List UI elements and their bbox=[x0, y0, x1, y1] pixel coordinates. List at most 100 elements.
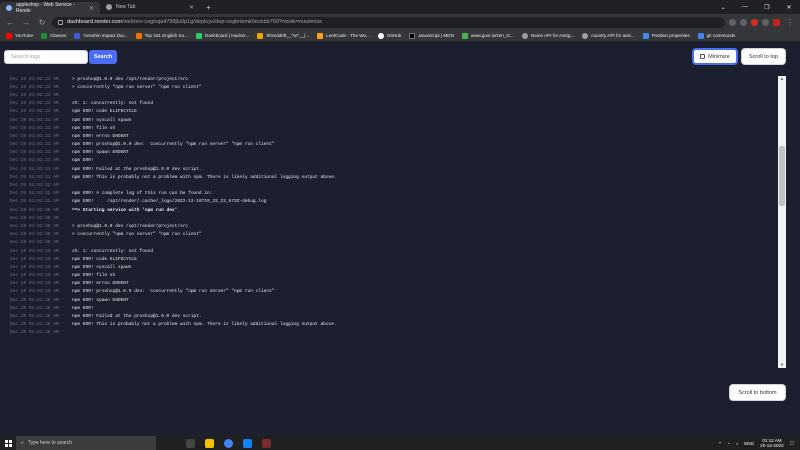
lock-icon bbox=[58, 19, 63, 25]
bookmark-item[interactable]: Classes bbox=[41, 32, 66, 39]
log-message: sh: 1: concurrently: not found bbox=[72, 101, 154, 107]
window-controls: ⌄ — ❐ ✕ bbox=[712, 0, 800, 14]
log-message: npm ERR! errno ENOENT bbox=[72, 133, 129, 139]
windows-start-icon[interactable] bbox=[0, 439, 16, 447]
bookmark-item[interactable]: GitHub bbox=[377, 32, 401, 39]
bookmark-icon bbox=[196, 32, 202, 39]
avatar[interactable] bbox=[773, 18, 780, 26]
log-timestamp: Dec 20 01:02:21 AM bbox=[10, 76, 59, 82]
forward-arrow-icon[interactable]: → bbox=[20, 18, 32, 27]
search-logs-input[interactable] bbox=[4, 50, 88, 64]
scroll-up-arrow-icon[interactable]: ▲ bbox=[778, 76, 786, 82]
chrome-icon[interactable] bbox=[224, 438, 233, 448]
log-timestamp: Dec 20 01:02:22 AM bbox=[10, 183, 59, 189]
log-message: > proshop@1.0.0 dev /opt/render/project/… bbox=[72, 76, 189, 82]
scroll-to-top-button[interactable]: Scroll to top bbox=[741, 48, 786, 65]
close-window-icon[interactable]: ✕ bbox=[778, 0, 800, 14]
star-icon[interactable] bbox=[740, 18, 747, 26]
minimize-window-icon[interactable]: — bbox=[734, 0, 756, 14]
task-view-icon[interactable] bbox=[186, 438, 195, 448]
log-timestamp: Dec 20 01:02:49 AM bbox=[10, 322, 59, 328]
log-message: npm ERR! proshop@1.0.0 dev: `concurrentl… bbox=[72, 289, 278, 295]
taskbar-search[interactable]: ⌕ Type here to search bbox=[16, 436, 156, 450]
log-message: npm ERR! This is probably not a problem … bbox=[72, 322, 337, 328]
bookmark-item[interactable]: Dashboard | Hacker... bbox=[196, 32, 249, 39]
search-button[interactable]: Search bbox=[89, 50, 117, 64]
bookmark-item[interactable]: git commands bbox=[697, 32, 735, 39]
notification-icon[interactable]: ▢ bbox=[790, 440, 794, 446]
scroll-down-arrow-icon[interactable]: ▼ bbox=[778, 362, 786, 368]
log-line: Dec 20 01:02:49 AM npm ERR! errno ENOENT bbox=[10, 280, 770, 288]
file-explorer-icon[interactable] bbox=[205, 438, 214, 448]
log-line: Dec 20 01:02:49 AM > proshop@1.0.0 dev /o… bbox=[10, 222, 770, 230]
bookmark-icon bbox=[697, 32, 704, 39]
bookmark-item[interactable]: Position properties bbox=[642, 32, 690, 39]
puzzle-icon[interactable] bbox=[762, 18, 769, 26]
close-icon[interactable]: ✕ bbox=[189, 4, 194, 11]
language-indicator[interactable]: ENG bbox=[744, 441, 754, 446]
log-line: Dec 20 01:02:21 AM npm ERR! This is proba… bbox=[10, 173, 770, 181]
log-line: Dec 20 01:02:49 AM sh: 1: concurrently: n… bbox=[10, 247, 770, 255]
log-timestamp: Dec 20 01:02:49 AM bbox=[10, 240, 59, 246]
restore-window-icon[interactable]: ❐ bbox=[756, 0, 778, 14]
log-message: npm ERR! spawn ENOENT bbox=[72, 150, 129, 156]
render-favicon-icon bbox=[6, 5, 12, 11]
bookmark-item[interactable]: JavaScript | MDN bbox=[409, 32, 454, 39]
bookmark-item[interactable]: www.guvi.io/zen_G... bbox=[461, 32, 514, 39]
log-timestamp: Dec 20 01:02:49 AM bbox=[10, 273, 59, 279]
new-tab-button[interactable]: + bbox=[200, 0, 217, 14]
log-line: Dec 20 01:02:49 AM npm ERR! bbox=[10, 304, 770, 312]
github-icon bbox=[377, 32, 384, 39]
address-bar[interactable]: dashboard.render.com/web/srv-cegbsja4798… bbox=[52, 16, 725, 28]
bookmark-icon bbox=[409, 32, 416, 39]
bookmark-icon bbox=[6, 32, 12, 39]
tab-appleshop[interactable]: appleshop - Web Service - Rende ✕ bbox=[0, 2, 100, 14]
log-message: npm ERR! proshop@1.0.0 dev: `concurrentl… bbox=[72, 142, 278, 148]
log-timestamp: Dec 20 01:02:21 AM bbox=[10, 142, 59, 148]
back-arrow-icon[interactable]: ← bbox=[4, 18, 16, 27]
log-timestamp: Dec 20 01:02:21 AM bbox=[10, 84, 59, 90]
bookmark-item[interactable]: Top 331 English So... bbox=[135, 32, 188, 39]
log-line: Dec 20 01:02:21 AM npm ERR! code ELIFECYC… bbox=[10, 108, 770, 116]
scroll-to-bottom-button[interactable]: Scroll to bottom bbox=[729, 384, 786, 401]
reload-icon[interactable]: ↻ bbox=[36, 18, 48, 27]
log-scrollbar[interactable]: ▲ ▼ bbox=[778, 76, 786, 368]
volume-icon[interactable]: ♪ bbox=[736, 441, 738, 446]
bookmark-icon bbox=[257, 32, 264, 39]
menu-dots-icon[interactable]: ⋮ bbox=[784, 18, 796, 27]
log-line: Dec 20 01:02:49 AM npm ERR! Failed at the… bbox=[10, 312, 770, 320]
minimize-icon bbox=[700, 54, 706, 59]
log-timestamp: Dec 20 01:02:49 AM bbox=[10, 305, 59, 311]
log-message: npm ERR! syscall spawn bbox=[72, 117, 132, 123]
log-message: npm ERR! code ELIFECYCLE bbox=[72, 256, 137, 262]
minimize-button[interactable]: Minimize bbox=[692, 48, 738, 65]
log-timestamp: Dec 20 01:02:49 AM bbox=[10, 215, 59, 221]
log-message: npm ERR! Failed at the proshop@1.0.0 dev… bbox=[72, 314, 202, 320]
bookmark-item[interactable]: Shreddeft__^w^__|... bbox=[257, 32, 309, 39]
log-timestamp: Dec 20 01:02:49 AM bbox=[10, 330, 59, 336]
log-message: npm ERR! errno ENOENT bbox=[72, 281, 129, 287]
bookmark-item[interactable]: Genshin Impact Dai... bbox=[74, 32, 128, 39]
tab-new-tab[interactable]: New Tab ✕ bbox=[100, 0, 200, 14]
bookmark-item[interactable]: YouTube bbox=[6, 32, 33, 39]
log-line: Dec 20 01:02:49 AM > concurrently "npm ru… bbox=[10, 231, 770, 239]
store-icon[interactable] bbox=[243, 438, 252, 448]
close-icon[interactable]: ✕ bbox=[89, 5, 94, 12]
app-icon[interactable] bbox=[262, 438, 271, 448]
log-output: Dec 20 01:02:21 AM > proshop@1.0.0 dev /o… bbox=[10, 75, 770, 375]
clock[interactable]: 01:12 AM 20-12-2022 bbox=[760, 438, 784, 449]
chevron-up-icon[interactable]: ^ bbox=[719, 441, 721, 446]
bookmark-item[interactable]: Name API for Assig... bbox=[521, 32, 574, 39]
share-icon[interactable] bbox=[729, 18, 736, 26]
log-message: npm ERR! syscall spawn bbox=[72, 264, 132, 270]
log-timestamp: Dec 20 01:02:49 AM bbox=[10, 281, 59, 287]
bookmark-item[interactable]: country API for assi... bbox=[582, 32, 635, 39]
extension-icon[interactable] bbox=[751, 18, 758, 26]
tab-title: New Tab bbox=[116, 4, 136, 10]
scrollbar-thumb[interactable] bbox=[779, 146, 785, 206]
bookmark-item[interactable]: LeetCode - The Wo... bbox=[317, 32, 370, 39]
chevron-down-icon[interactable]: ⌄ bbox=[712, 0, 734, 14]
log-message: > concurrently "npm run server" "npm run… bbox=[72, 84, 202, 90]
log-message: > proshop@1.0.0 dev /opt/render/project/… bbox=[72, 223, 189, 229]
network-icon[interactable]: ◔ bbox=[727, 441, 730, 446]
